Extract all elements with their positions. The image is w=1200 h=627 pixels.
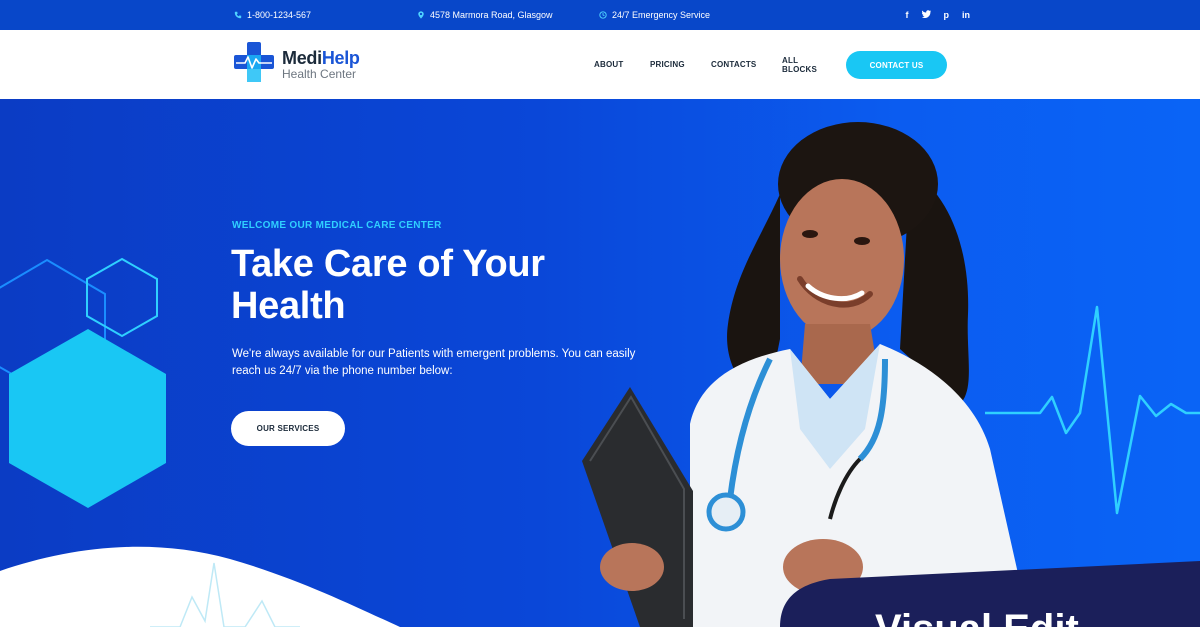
nav-pricing[interactable]: PRICING [650, 60, 685, 69]
location-pin-icon [417, 11, 425, 19]
social-links: f p in [906, 0, 971, 30]
hexagon-filled [9, 329, 166, 508]
hero-section: WELCOME OUR MEDICAL CARE CENTER Take Car… [0, 99, 1200, 627]
contact-us-button[interactable]: CONTACT US [846, 51, 947, 79]
phone-number: 1-800-1234-567 [247, 10, 312, 20]
nav-all-blocks[interactable]: ALL BLOCKS [782, 56, 817, 74]
bottom-wave [0, 546, 400, 627]
pinterest-icon[interactable]: p [944, 10, 950, 20]
top-info-bar: 1-800-1234-567 4578 Marmora Road, Glasgo… [0, 0, 1200, 30]
hours-info: 24/7 Emergency Service [599, 0, 710, 30]
logo-name: MediHelp [282, 47, 360, 68]
our-services-button[interactable]: OUR SERVICES [231, 411, 345, 446]
visual-editor-label: Visual Edit [875, 609, 1079, 627]
facebook-icon[interactable]: f [906, 10, 909, 20]
clock-icon [599, 11, 607, 19]
logo-subtitle: Health Center [282, 66, 357, 81]
heartbeat-line-icon [985, 305, 1200, 515]
phone-icon [234, 11, 242, 19]
phone-info[interactable]: 1-800-1234-567 [234, 0, 311, 30]
hero-description: We're always available for our Patients … [232, 348, 636, 377]
medical-cross-logo-icon [234, 41, 274, 87]
address-text: 4578 Marmora Road, Glasgow [430, 10, 553, 20]
address-info: 4578 Marmora Road, Glasgow [417, 0, 553, 30]
site-header: MediHelp Health Center ABOUT PRICING CON… [0, 30, 1200, 99]
hexagon-outline-small [86, 257, 158, 338]
hero-eyebrow: WELCOME OUR MEDICAL CARE CENTER [232, 220, 442, 231]
logo-text: MediHelp Health Center [282, 49, 360, 80]
nav-contacts[interactable]: CONTACTS [711, 60, 756, 69]
twitter-icon[interactable] [921, 10, 931, 20]
nav-about[interactable]: ABOUT [594, 60, 623, 69]
hours-text: 24/7 Emergency Service [612, 10, 711, 20]
hero-title: Take Care of Your Health [231, 243, 545, 327]
linkedin-icon[interactable]: in [962, 10, 970, 20]
site-logo[interactable]: MediHelp Health Center [234, 41, 360, 87]
